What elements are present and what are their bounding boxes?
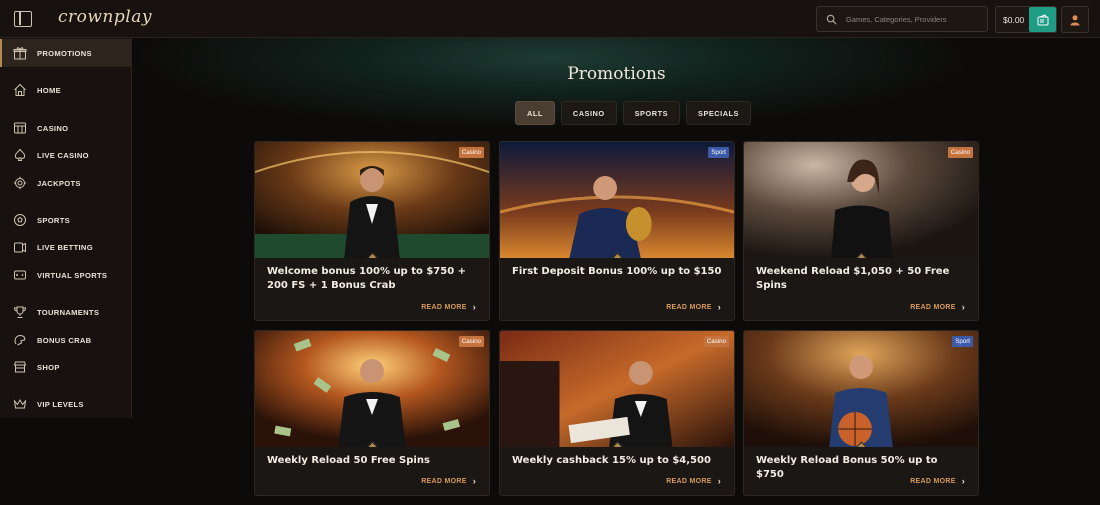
sidebar-item-casino[interactable]: CASINO: [0, 114, 131, 142]
slot-icon: [14, 122, 26, 134]
user-icon: [1070, 14, 1080, 25]
live-icon: [14, 242, 26, 253]
filter-specials[interactable]: SPECIALS: [686, 101, 751, 125]
read-more-label: READ MORE: [666, 477, 712, 485]
chevron-right-icon: ›: [717, 302, 721, 312]
sidebar-item-bonus-crab[interactable]: BONUS CRAB: [0, 326, 131, 354]
chevron-right-icon: ›: [472, 476, 476, 486]
sidebar-item-label: VIP LEVELS: [37, 399, 84, 409]
filter-sports[interactable]: SPORTS: [622, 101, 681, 125]
filter-casino[interactable]: CASINO: [560, 101, 617, 125]
promo-title: Welcome bonus 100% up to $750 + 200 FS +…: [267, 266, 467, 291]
sidebar: PROMOTIONS HOME CASINO LIVE CASINO JACKP…: [0, 38, 132, 418]
promo-card[interactable]: Casino Welcome bonus 100% up to $750 + 2…: [254, 141, 490, 321]
chevron-right-icon: ›: [472, 302, 476, 312]
promo-title: Weekend Reload $1,050 + 50 Free Spins: [756, 266, 950, 291]
sidebar-item-home[interactable]: HOME: [0, 76, 131, 104]
menu-toggle-icon[interactable]: [14, 11, 32, 27]
sidebar-item-label: JACKPOTS: [37, 178, 81, 188]
read-more-link[interactable]: READ MORE ›: [421, 302, 476, 312]
category-badge: Sport: [952, 336, 973, 347]
sidebar-item-label: HOME: [37, 85, 61, 95]
promo-image: Sport: [744, 331, 978, 447]
user-button[interactable]: [1061, 6, 1089, 33]
read-more-link[interactable]: READ MORE ›: [910, 302, 965, 312]
chevron-right-icon: ›: [717, 476, 721, 486]
read-more-label: READ MORE: [421, 303, 467, 311]
main-content: Promotions ALL CASINO SPORTS SPECIALS Ca…: [133, 38, 1100, 505]
sidebar-item-shop[interactable]: SHOP: [0, 353, 131, 381]
spade-icon: [14, 148, 26, 161]
search-box[interactable]: [816, 6, 988, 32]
category-badge: Sport: [708, 147, 729, 158]
read-more-label: READ MORE: [910, 303, 956, 311]
balance-box[interactable]: $0.00: [995, 6, 1057, 33]
category-badge: Casino: [458, 336, 484, 347]
promo-card[interactable]: Sport First Deposit Bonus 100% up to $15…: [499, 141, 735, 321]
read-more-link[interactable]: READ MORE ›: [666, 476, 721, 486]
sidebar-item-label: BONUS CRAB: [37, 335, 92, 345]
soccer-ball-icon: [14, 214, 26, 226]
category-badge: Casino: [458, 147, 484, 158]
wallet-icon: [1037, 13, 1048, 25]
search-input[interactable]: [846, 14, 986, 24]
read-more-label: READ MORE: [666, 303, 712, 311]
promo-title: Weekly cashback 15% up to $4,500: [512, 455, 711, 466]
sidebar-item-label: CASINO: [37, 123, 69, 133]
read-more-link[interactable]: READ MORE ›: [666, 302, 721, 312]
chevron-right-icon: ›: [961, 302, 965, 312]
sidebar-item-jackpots[interactable]: JACKPOTS: [0, 169, 131, 197]
shop-icon: [13, 361, 27, 373]
sidebar-item-label: TOURNAMENTS: [37, 307, 100, 317]
promo-card[interactable]: Casino Weekly Reload 50 Free Spins READ …: [254, 330, 490, 496]
promo-image: Casino: [744, 142, 978, 258]
read-more-link[interactable]: READ MORE ›: [421, 476, 476, 486]
trophy-icon: [13, 306, 27, 318]
sidebar-item-label: LIVE CASINO: [37, 150, 89, 160]
balance-value: $0.00: [1003, 14, 1025, 25]
sidebar-item-virtual-sports[interactable]: VIRTUAL SPORTS: [0, 261, 131, 289]
sidebar-item-promotions[interactable]: PROMOTIONS: [0, 39, 131, 67]
gift-icon: [13, 47, 27, 60]
read-more-link[interactable]: READ MORE ›: [910, 476, 965, 486]
sidebar-item-label: SPORTS: [37, 215, 71, 225]
promo-card[interactable]: Sport Weekly Reload Bonus 50% up to $750…: [743, 330, 979, 496]
chevron-right-icon: ›: [961, 476, 965, 486]
filter-tabs: ALL CASINO SPORTS SPECIALS: [515, 101, 751, 125]
gear-coin-icon: [13, 176, 27, 190]
home-icon: [14, 83, 26, 96]
read-more-label: READ MORE: [421, 477, 467, 485]
promo-card[interactable]: Casino Weekend Reload $1,050 + 50 Free S…: [743, 141, 979, 321]
promo-image: Sport: [500, 142, 734, 258]
crown-icon: [13, 398, 27, 409]
sidebar-item-label: PROMOTIONS: [37, 48, 92, 58]
sidebar-item-tournaments[interactable]: TOURNAMENTS: [0, 298, 131, 326]
logo[interactable]: crownplay: [58, 7, 152, 27]
sidebar-item-live-betting[interactable]: LIVE BETTING: [0, 233, 131, 261]
sidebar-item-label: LIVE BETTING: [37, 242, 93, 252]
promo-title: Weekly Reload 50 Free Spins: [267, 455, 430, 466]
top-bar: crownplay $0.00: [0, 0, 1100, 38]
promo-image: Casino: [255, 142, 489, 258]
sidebar-item-vip-levels[interactable]: VIP LEVELS: [0, 390, 131, 418]
gamepad-icon: [14, 270, 26, 280]
filter-all[interactable]: ALL: [515, 101, 555, 125]
sidebar-item-label: SHOP: [37, 362, 60, 372]
promo-image: Casino: [255, 331, 489, 447]
read-more-label: READ MORE: [910, 477, 956, 485]
category-badge: Casino: [703, 336, 729, 347]
sidebar-item-sports[interactable]: SPORTS: [0, 206, 131, 234]
promo-image: Casino: [500, 331, 734, 447]
search-icon: [826, 14, 837, 24]
promo-card[interactable]: Casino Weekly cashback 15% up to $4,500 …: [499, 330, 735, 496]
sidebar-item-live-casino[interactable]: LIVE CASINO: [0, 141, 131, 169]
wallet-button[interactable]: [1029, 7, 1056, 32]
promo-title: First Deposit Bonus 100% up to $150: [512, 266, 722, 277]
crab-icon: [14, 334, 26, 346]
page-title: Promotions: [567, 64, 666, 84]
sidebar-item-label: VIRTUAL SPORTS: [37, 270, 108, 280]
category-badge: Casino: [947, 147, 973, 158]
